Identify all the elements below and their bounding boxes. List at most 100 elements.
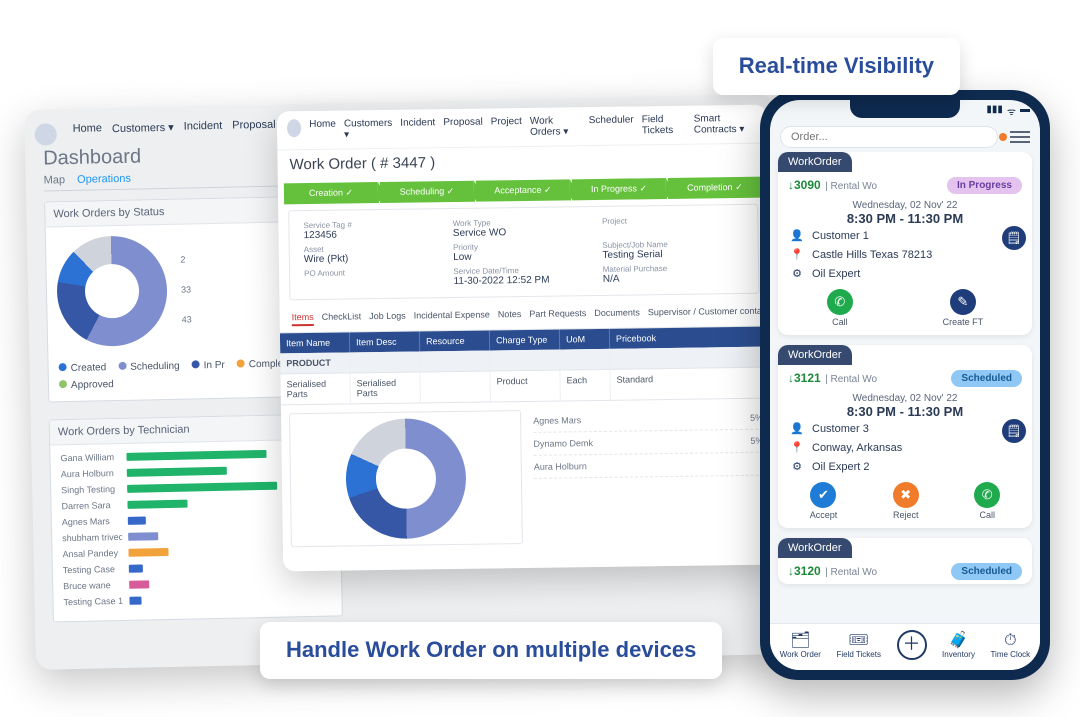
cell-product: PRODUCT [280,352,350,373]
meta-row: 👤Customer 1 [778,226,1032,245]
cell-chargetype: Product [490,371,560,402]
tab-partrequests[interactable]: Part Requests [529,308,586,323]
bottom-nav-time-clock[interactable]: ⏱Time Clock [990,631,1030,659]
progress-steps: Creation ✓ Scheduling ✓ Acceptance ✓ In … [284,177,762,205]
meta-icon: ⚙ [790,460,804,473]
hamburger-icon[interactable] [1010,131,1030,143]
bottom-nav-field-tickets[interactable]: 🎟Field Tickets [837,631,881,659]
work-order-card[interactable]: WorkOrder ↓3090 | Rental Wo In Progress … [778,152,1032,335]
work-order-list[interactable]: WorkOrder ↓3090 | Rental Wo In Progress … [770,152,1040,623]
th-chargetype: Charge Type [490,330,560,351]
donut-marker-top: 2 [180,254,190,264]
callout-realtime: Real-time Visibility [713,38,960,95]
wnav-project[interactable]: Project [491,116,522,138]
work-order-id: ↓3121 [788,371,821,385]
card-header: WorkOrder [778,345,852,365]
wnav-incident[interactable]: Incident [400,117,435,139]
tab-map[interactable]: Map [44,174,66,186]
tab-notes[interactable]: Notes [498,309,522,323]
tab-supervisor[interactable]: Supervisor / Customer contact [648,306,769,322]
note-icon[interactable]: 🗒 [1002,226,1026,250]
callout-multidevice: Handle Work Order on multiple devices [260,622,722,679]
step-completion[interactable]: Completion ✓ [668,177,762,199]
step-scheduling[interactable]: Scheduling ✓ [380,181,474,203]
bottom-nav-inventory[interactable]: 🧳Inventory [942,631,975,659]
bottom-nav-add[interactable]: ＋ [897,630,927,660]
info-cell: AssetWire (Pkt) [304,243,446,265]
wnav-home[interactable]: Home [309,119,336,141]
nav-incident[interactable]: Incident [184,120,223,143]
right-stats: Agnes Mars5% Dynamo Demk5% Aura Holburn [533,407,765,544]
app-logo-icon [35,123,57,145]
signal-icon: ▮▮▮ [986,104,1003,118]
th-itemname: Item Name [280,332,350,353]
th-pricebook: Pricebook [610,327,770,349]
search-input[interactable] [780,126,998,148]
meta-row: ⚙Oil Expert 2 [778,457,1032,476]
legend-item: Scheduling [118,361,180,373]
status-donut-chart [56,235,168,347]
nav-customers[interactable]: Customers ▾ [112,121,174,144]
info-cell: Material PurchaseN/A [603,263,745,285]
th-resource: Resource [420,330,490,351]
work-order-date: Wednesday, 02 Nov' 22 [778,393,1032,404]
cell-itemname: Serialised Parts [280,373,350,404]
meta-icon: 👤 [790,229,804,242]
legend-item: In Pr [192,360,225,372]
work-order-date: Wednesday, 02 Nov' 22 [778,200,1032,211]
meta-row: 📍Castle Hills Texas 78213 [778,245,1032,264]
technician-row: Bruce wane [63,576,331,592]
legend-item: Created [59,362,107,374]
card-header: WorkOrder [778,538,852,558]
meta-row: ⚙Oil Expert [778,264,1032,283]
action-reject[interactable]: ✖Reject [893,482,919,520]
note-icon[interactable]: 🗒 [1002,419,1026,443]
cell-itemdesc: Serialised Parts [350,372,420,403]
th-itemdesc: Item Desc [350,331,420,352]
work-order-card[interactable]: WorkOrder ↓3121 | Rental Wo Scheduled We… [778,345,1032,528]
nav-home[interactable]: Home [73,122,103,145]
action-call[interactable]: ✆Call [827,289,853,327]
work-order-id: ↓3090 [788,178,821,192]
tab-documents[interactable]: Documents [594,307,640,322]
work-order-time: 8:30 PM - 11:30 PM [778,404,1032,419]
info-cell: PriorityLow [453,241,595,263]
wnav-fieldtickets[interactable]: Field Tickets [642,114,686,137]
donut-marker-right: 33 [181,284,191,294]
step-acceptance[interactable]: Acceptance ✓ [476,179,570,201]
action-call[interactable]: ✆Call [974,482,1000,520]
wnav-smartcontracts[interactable]: Smart Contracts ▾ [694,113,758,136]
action-accept[interactable]: ✔Accept [810,482,838,520]
wnav-customers[interactable]: Customers ▾ [344,118,393,141]
meta-row: 👤Customer 3 [778,419,1032,438]
status-badge: In Progress [947,177,1022,194]
action-create ft[interactable]: ✎Create FT [943,289,984,327]
wnav-proposal[interactable]: Proposal [443,117,483,140]
status-badge: Scheduled [951,563,1022,580]
tab-items[interactable]: Items [292,312,314,326]
info-cell: Project [602,215,744,237]
step-inprogress[interactable]: In Progress ✓ [572,178,666,200]
info-cell: Work TypeService WO [453,217,595,239]
tab-incidental[interactable]: Incidental Expense [414,309,490,324]
donut-marker-bottom: 43 [182,314,192,324]
wnav-workorders[interactable]: Work Orders ▾ [530,115,581,138]
legend-item: Approved [59,379,114,391]
meta-icon: 📍 [790,248,804,261]
info-cell: Service Date/Time11-30-2022 12:52 PM [453,265,595,287]
tab-joblogs[interactable]: Job Logs [369,311,406,326]
wnav-scheduler[interactable]: Scheduler [589,114,634,137]
secondary-donut-chart [345,418,467,540]
tab-checklist[interactable]: CheckList [322,311,362,326]
step-creation[interactable]: Creation ✓ [284,182,378,204]
tab-operations[interactable]: Operations [77,173,131,186]
phone-notch [850,100,960,118]
info-cell: Subject/Job NameTesting Serial [602,239,744,261]
status-badge: Scheduled [951,370,1022,387]
phone-frame: ▮▮▮ ᯤ ▬ WorkOrder ↓3090 | Rental Wo In P… [760,90,1050,680]
work-order-card[interactable]: WorkOrder ↓3120 | Rental Wo Scheduled [778,538,1032,584]
nav-proposal[interactable]: Proposal [232,119,276,142]
bottom-nav-work-order[interactable]: 🗂Work Order [780,631,821,659]
info-cell: Service Tag #123456 [303,219,445,241]
window-nav: Home Customers ▾ Incident Proposal Proje… [277,105,767,151]
